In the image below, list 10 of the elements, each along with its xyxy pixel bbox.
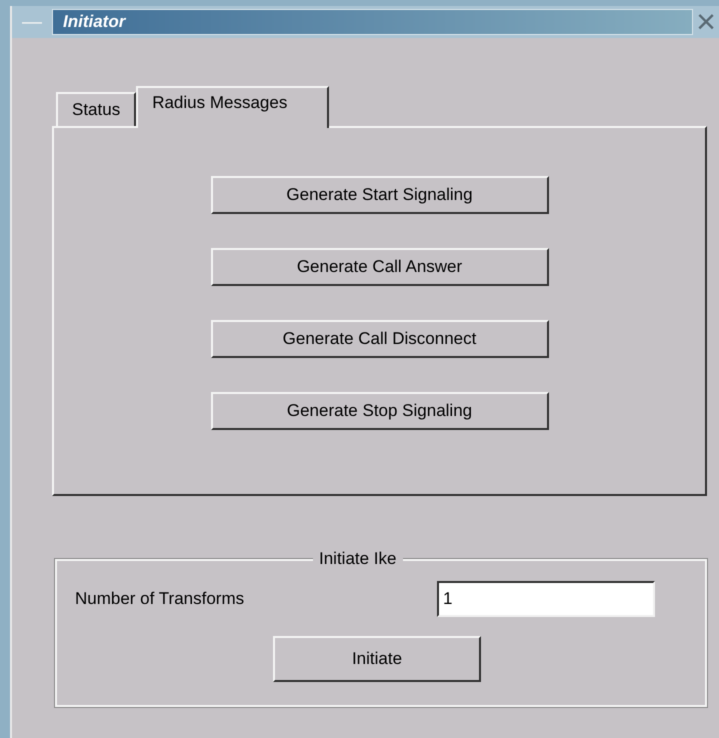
generate-button[interactable]: Generate Start Signaling	[210, 176, 548, 214]
window-title: Initiator	[63, 11, 126, 34]
generate-button[interactable]: Generate Stop Signaling	[210, 392, 548, 430]
tab[interactable]: Radius Messages	[136, 86, 330, 128]
generate-button[interactable]: Generate Call Disconnect	[210, 320, 548, 358]
generate-button[interactable]: Generate Call Answer	[210, 248, 548, 286]
tab[interactable]: Status	[56, 92, 136, 126]
initiate-button[interactable]: Initiate	[273, 636, 481, 682]
input-field[interactable]: 1	[437, 581, 655, 617]
field-label: Number of Transforms	[75, 588, 246, 610]
